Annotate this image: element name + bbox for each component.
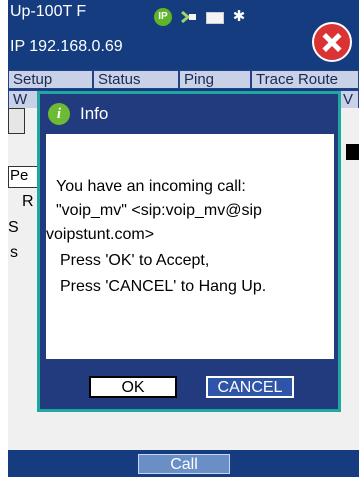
tab-bar-primary: Setup Status Ping Trace Route	[8, 70, 359, 90]
bottom-bar: Call	[8, 450, 359, 477]
background-checkbox[interactable]	[346, 144, 359, 160]
background-field-text: Pe	[10, 167, 29, 184]
dialog-title: Info	[80, 104, 109, 123]
status-icons: IP ✱	[154, 6, 274, 30]
status-header: Up-100T F IP 192.168.0.69 IP ✱	[8, 0, 359, 70]
background-line: s	[10, 244, 18, 261]
ip-address-label: IP 192.168.0.69	[10, 38, 123, 55]
bluetooth-icon: ✱	[232, 8, 246, 25]
message-line: Press 'OK' to Accept,	[60, 252, 210, 269]
call-button[interactable]: Call	[138, 454, 230, 474]
message-line: You have an incoming call:	[56, 178, 246, 195]
device-model-label: Up-100T F	[10, 3, 87, 20]
tab-status[interactable]: Status	[93, 70, 179, 89]
dialog-header: i Info	[40, 94, 338, 134]
background-line: S	[8, 219, 19, 236]
close-button[interactable]	[312, 22, 352, 62]
message-line: Press 'CANCEL' to Hang Up.	[60, 278, 267, 295]
ip-icon: IP	[154, 8, 172, 26]
cancel-button[interactable]: CANCEL	[206, 376, 294, 398]
info-dialog: i Info You have an incoming call: "voip_…	[37, 91, 341, 412]
battery-icon	[206, 12, 224, 24]
ok-button[interactable]: OK	[89, 376, 177, 398]
background-line: R	[22, 193, 34, 210]
tab-setup[interactable]: Setup	[8, 70, 93, 89]
tab-ping[interactable]: Ping	[179, 70, 251, 89]
dialog-message: You have an incoming call: "voip_mv" <si…	[46, 134, 334, 359]
info-icon: i	[48, 103, 70, 125]
background-panel	[8, 108, 25, 134]
message-line: "voip_mv" <sip:voip_mv@sip	[56, 202, 262, 219]
tab-trace-route[interactable]: Trace Route	[251, 70, 359, 89]
plug-icon	[181, 10, 196, 24]
tab-v[interactable]: V	[338, 90, 359, 109]
message-line: voipstunt.com>	[46, 226, 155, 243]
